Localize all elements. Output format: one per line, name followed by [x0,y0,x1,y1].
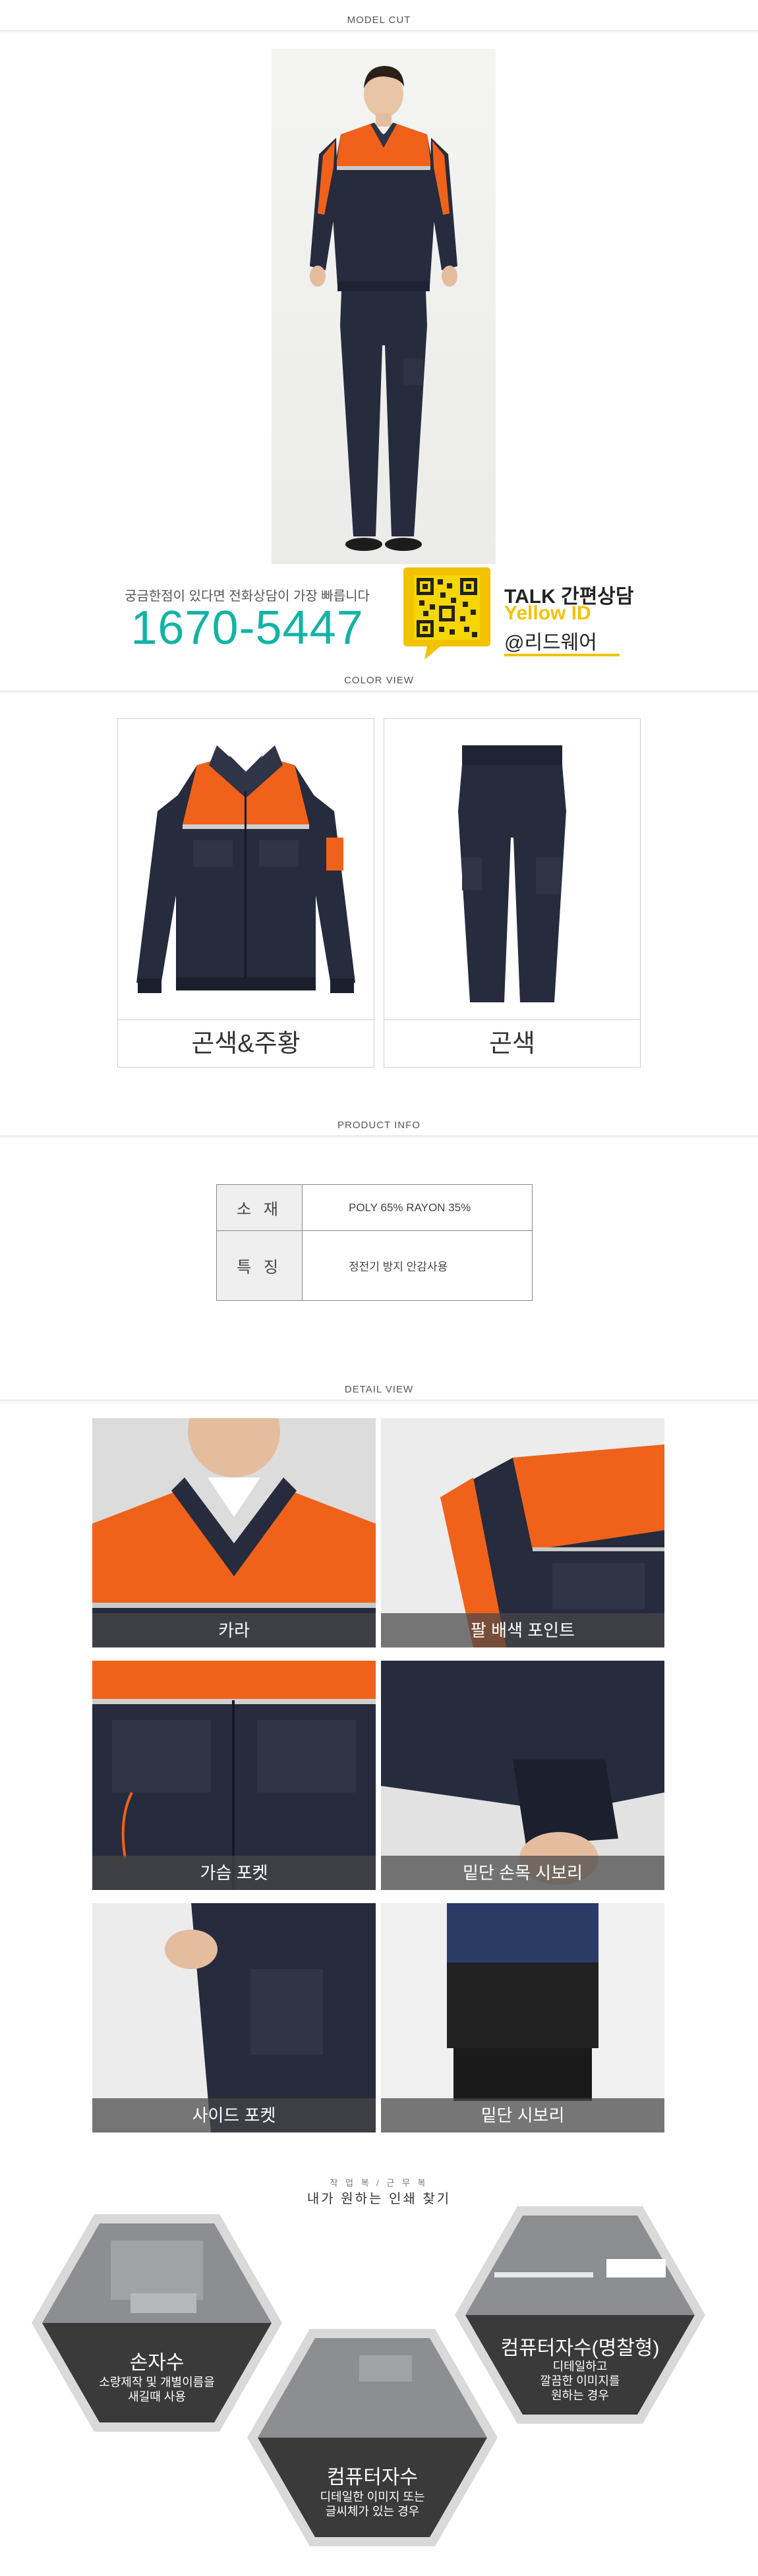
section-title: COLOR VIEW [344,675,414,686]
option-desc: 깔끔한 이미지를 [540,2374,620,2388]
kakao-underline [504,654,620,656]
detail-caption: 팔 배색 포인트 [381,1613,664,1647]
detail-caption: 카라 [92,1613,376,1647]
info-key: 소 재 [216,1184,303,1231]
detail-caption: 밑단 시보리 [381,2098,664,2132]
color-card-navy[interactable]: 곤색 [384,718,641,1068]
option-title: 컴퓨터자수(명찰형) [500,2337,660,2359]
option-title: 손자수 [129,2352,185,2374]
detail-side-pocket: 사이드 포켓 [92,1903,376,2132]
table-row: 소 재 POLY 65% RAYON 35% [216,1184,533,1231]
embroidery-subtitle: 작 업 복 / 근 무 복 [330,2178,428,2188]
option-desc: 소량제작 및 개별이름을 [99,2376,215,2389]
embroidery-title: 내가 원하는 인쇄 찾기 [306,2192,452,2206]
detail-hem-rib: 밑단 시보리 [381,1903,664,2132]
product-info-table: 소 재 POLY 65% RAYON 35% 특 징 정전기 방지 안감사용 [216,1184,533,1301]
divider [0,1400,758,1404]
jacket-photo [118,719,374,1019]
detail-caption: 사이드 포켓 [92,2098,376,2132]
color-card-navy-orange[interactable]: 곤색&주황 [117,718,374,1068]
detail-arm-point: 팔 배색 포인트 [381,1418,664,1647]
option-desc: 디테일한 이미지 또는 [320,2490,425,2504]
detail-chest-pocket: 가슴 포켓 [92,1661,376,1890]
kakao-qr-code [401,563,493,661]
info-value: POLY 65% RAYON 35% [302,1184,533,1231]
detail-caption: 가슴 포켓 [92,1856,376,1890]
section-header-model-cut: MODEL CUT [0,0,758,34]
contact-phone-number[interactable]: 1670-5447 [112,601,382,655]
section-header-product-info: PRODUCT INFO [0,1105,758,1139]
embroidery-option-computer-nametag[interactable]: 컴퓨터자수(명찰형) 디테일하고 깔끔한 이미지를 원하는 경우 [455,2206,705,2424]
section-title: PRODUCT INFO [337,1120,421,1131]
divider [0,1135,758,1139]
model-photo [272,49,496,564]
section-header-detail-view: DETAIL VIEW [0,1369,758,1404]
detail-collar: 카라 [92,1418,376,1647]
section-title: MODEL CUT [347,14,411,26]
section-title: DETAIL VIEW [344,1384,414,1395]
color-label: 곤색&주황 [118,1019,374,1067]
detail-cuff-rib: 밑단 손목 시보리 [381,1661,664,1890]
pants-photo [384,719,640,1019]
option-desc: 디테일하고 [552,2360,608,2373]
divider [0,691,758,695]
embroidery-option-hand[interactable]: 손자수 소량제작 및 개별이름을 새길때 사용 [32,2214,282,2432]
table-row: 특 징 정전기 방지 안감사용 [216,1230,533,1301]
option-desc: 새길때 사용 [128,2390,186,2403]
kakao-handle[interactable]: @리드웨어 [504,626,597,655]
kakao-yellow-id-label: Yellow ID [504,602,591,624]
option-title: 컴퓨터자수 [327,2467,418,2488]
section-header-color-view: COLOR VIEW [0,660,758,695]
option-desc: 원하는 경우 [551,2389,609,2402]
option-desc: 글씨체가 있는 경우 [325,2505,420,2518]
info-key: 특 징 [216,1230,303,1301]
detail-caption: 밑단 손목 시보리 [381,1856,664,1890]
divider [0,30,758,34]
color-label: 곤색 [384,1019,640,1067]
info-value: 정전기 방지 안감사용 [302,1230,533,1301]
